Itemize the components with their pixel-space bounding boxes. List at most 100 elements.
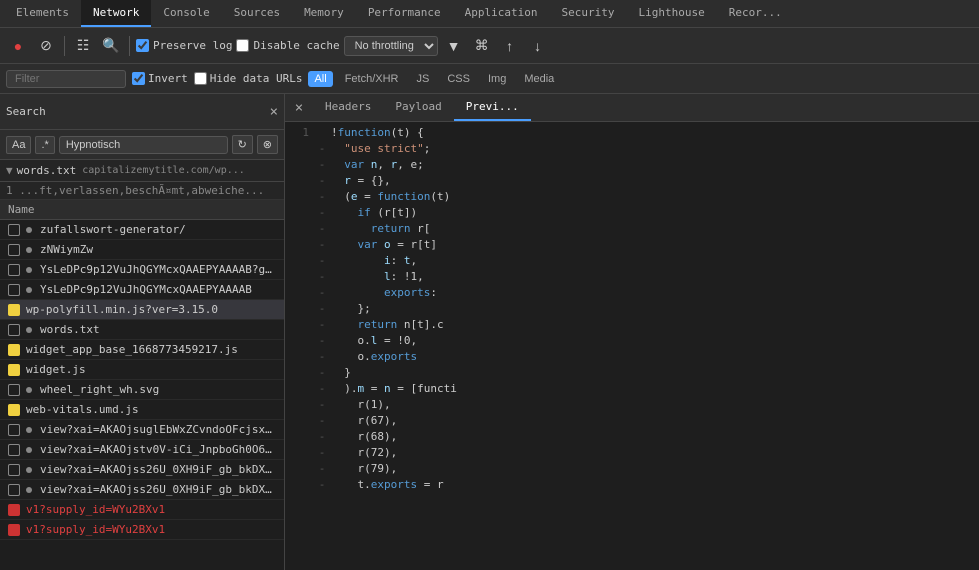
item-icon-js bbox=[8, 404, 20, 416]
network-item[interactable]: words.txt bbox=[0, 320, 284, 340]
network-item[interactable]: wp-polyfill.min.js?ver=3.15.0 bbox=[0, 300, 284, 320]
tab-recor[interactable]: Recor... bbox=[717, 0, 794, 27]
filter-type-js[interactable]: JS bbox=[411, 71, 436, 87]
network-item-name: widget_app_base_1668773459217.js bbox=[26, 343, 276, 356]
network-tab-label: Network bbox=[93, 6, 139, 19]
hide-data-urls-text: Hide data URLs bbox=[210, 72, 303, 85]
line-number bbox=[285, 222, 317, 238]
filter-type-fetch-xhr[interactable]: Fetch/XHR bbox=[339, 71, 405, 87]
file-breadcrumb: ▼ words.txt capitalizemytitle.com/wp... bbox=[0, 160, 284, 182]
code-line: - t.exports = r bbox=[285, 478, 979, 494]
network-item[interactable]: view?xai=AKAOjss26U_0XH9iF_gb_bkDXSnSJlz… bbox=[0, 480, 284, 500]
network-item-name: YsLeDPc9p12VuJhQGYMcxQAAEPYAAAAB bbox=[40, 283, 276, 296]
refresh-button[interactable]: ↻ bbox=[232, 135, 253, 154]
tab-payload[interactable]: Payload bbox=[383, 94, 453, 121]
network-item-name: zNWiymZw bbox=[40, 243, 276, 256]
left-panel: Search × Aa .* ↻ ⊗ ▼ words.txt capitaliz… bbox=[0, 94, 285, 570]
tab-memory[interactable]: Memory bbox=[292, 0, 356, 27]
network-item-name: wheel_right_wh.svg bbox=[40, 383, 276, 396]
invert-checkbox[interactable] bbox=[132, 72, 145, 85]
filter-type-all[interactable]: All bbox=[308, 71, 332, 87]
line-content: var n, r, e; bbox=[327, 158, 979, 174]
clear-button[interactable]: ⊗ bbox=[257, 135, 278, 154]
line-number bbox=[285, 414, 317, 430]
network-item-name: view?xai=AKAOjss26U_0XH9iF_gb_bkDXSnSJlz… bbox=[40, 483, 276, 496]
tab-application[interactable]: Application bbox=[453, 0, 550, 27]
memory-tab-label: Memory bbox=[304, 6, 344, 19]
network-item[interactable]: zufallswort-generator/ bbox=[0, 220, 284, 240]
network-item[interactable]: web-vitals.umd.js bbox=[0, 400, 284, 420]
line-content: i: t, bbox=[327, 254, 979, 270]
network-list-header: Name bbox=[0, 200, 284, 220]
code-line: - return r[ bbox=[285, 222, 979, 238]
network-item[interactable]: v1?supply_id=WYu2BXv1 bbox=[0, 520, 284, 540]
regex-button[interactable]: .* bbox=[35, 136, 54, 154]
network-list[interactable]: Name zufallswort-generator/zNWiymZw YsLeD… bbox=[0, 200, 284, 570]
line-content: o.l = !0, bbox=[327, 334, 979, 350]
line-dash: - bbox=[317, 206, 327, 222]
performance-tab-label: Performance bbox=[368, 6, 441, 19]
case-sensitive-button[interactable]: Aa bbox=[6, 136, 31, 154]
search-close-icon[interactable]: × bbox=[270, 104, 278, 120]
network-item[interactable]: wheel_right_wh.svg bbox=[0, 380, 284, 400]
tab-headers[interactable]: Headers bbox=[313, 94, 383, 121]
wifi-icon[interactable]: ⌘ bbox=[470, 34, 494, 58]
network-item[interactable]: widget.js bbox=[0, 360, 284, 380]
search-text-input[interactable] bbox=[59, 136, 228, 154]
tab-sources[interactable]: Sources bbox=[222, 0, 292, 27]
line-number bbox=[285, 158, 317, 174]
filter-input[interactable] bbox=[6, 70, 126, 88]
network-item[interactable]: v1?supply_id=WYu2BXv1 bbox=[0, 500, 284, 520]
line-number bbox=[285, 366, 317, 382]
record-button[interactable]: ● bbox=[6, 34, 30, 58]
stop-button[interactable]: ⊘ bbox=[34, 34, 58, 58]
tab-preview[interactable]: Previ... bbox=[454, 94, 531, 121]
filter-type-css[interactable]: CSS bbox=[441, 71, 476, 87]
close-right-panel-button[interactable]: × bbox=[285, 94, 313, 122]
download-icon[interactable]: ↓ bbox=[526, 34, 550, 58]
item-icon-error bbox=[8, 504, 20, 516]
throttle-down-icon[interactable]: ▼ bbox=[442, 34, 466, 58]
item-icon-img bbox=[8, 384, 20, 396]
network-item[interactable]: YsLeDPc9p12VuJhQGYMcxQAAEPYAAAAB?gdpr_co… bbox=[0, 260, 284, 280]
recor-tab-label: Recor... bbox=[729, 6, 782, 19]
throttle-select[interactable]: No throttling bbox=[344, 36, 438, 56]
preserve-log-label[interactable]: Preserve log bbox=[136, 39, 232, 52]
line-number bbox=[285, 446, 317, 462]
upload-icon[interactable]: ↑ bbox=[498, 34, 522, 58]
hide-data-urls-checkbox[interactable] bbox=[194, 72, 207, 85]
file-line: 1 ...ft,verlassen,beschÃ¤mt,abweiche... bbox=[0, 182, 284, 200]
item-dot-indicator bbox=[26, 267, 32, 273]
tab-console[interactable]: Console bbox=[151, 0, 221, 27]
disable-cache-checkbox[interactable] bbox=[236, 39, 249, 52]
search-section: Search × bbox=[0, 94, 284, 130]
filter-type-media[interactable]: Media bbox=[518, 71, 560, 87]
filter-type-img[interactable]: Img bbox=[482, 71, 512, 87]
disable-cache-label[interactable]: Disable cache bbox=[236, 39, 339, 52]
tab-performance[interactable]: Performance bbox=[356, 0, 453, 27]
line-dash: - bbox=[317, 350, 327, 366]
line-dash: - bbox=[317, 430, 327, 446]
item-icon-doc bbox=[8, 264, 20, 276]
network-item[interactable]: view?xai=AKAOjss26U_0XH9iF_gb_bkDXSnSJlz… bbox=[0, 460, 284, 480]
network-item[interactable]: widget_app_base_1668773459217.js bbox=[0, 340, 284, 360]
tab-lighthouse[interactable]: Lighthouse bbox=[627, 0, 717, 27]
network-item[interactable]: YsLeDPc9p12VuJhQGYMcxQAAEPYAAAAB bbox=[0, 280, 284, 300]
search-icon[interactable]: 🔍 bbox=[99, 34, 123, 58]
network-item-name: wp-polyfill.min.js?ver=3.15.0 bbox=[26, 303, 276, 316]
network-item[interactable]: view?xai=AKAOjstv0V-iCi_JnpboGh0O6sMpNn5… bbox=[0, 440, 284, 460]
network-item[interactable]: zNWiymZw bbox=[0, 240, 284, 260]
filter-icon[interactable]: ☷ bbox=[71, 34, 95, 58]
preserve-log-checkbox[interactable] bbox=[136, 39, 149, 52]
line-number bbox=[285, 398, 317, 414]
network-item[interactable]: view?xai=AKAOjsuglEbWxZCvndoOFcjsxB-zmbD… bbox=[0, 420, 284, 440]
invert-label[interactable]: Invert bbox=[132, 72, 188, 85]
tab-network[interactable]: Network bbox=[81, 0, 151, 27]
code-preview[interactable]: 1!function(t) {- "use strict";- var n, r… bbox=[285, 122, 979, 570]
tab-elements[interactable]: Elements bbox=[4, 0, 81, 27]
security-tab-label: Security bbox=[562, 6, 615, 19]
code-line: - r(1), bbox=[285, 398, 979, 414]
hide-data-urls-label[interactable]: Hide data URLs bbox=[194, 72, 303, 85]
tab-security[interactable]: Security bbox=[550, 0, 627, 27]
line-number bbox=[285, 462, 317, 478]
